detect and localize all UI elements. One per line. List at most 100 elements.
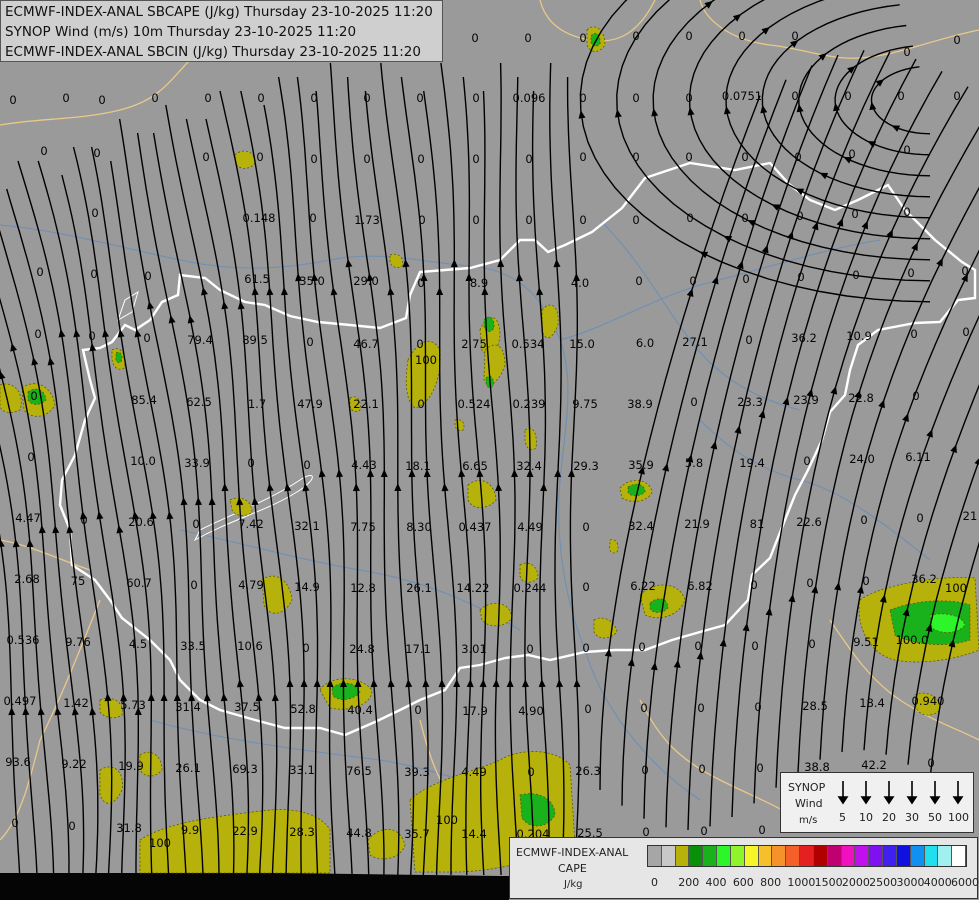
cin-value-label: 0 bbox=[694, 639, 701, 653]
cape-tick-label: 2000 bbox=[841, 876, 870, 889]
cin-value-label: 0 bbox=[758, 823, 765, 837]
cin-value-label: 22.8 bbox=[848, 391, 874, 405]
cin-value-label: 0 bbox=[903, 205, 910, 219]
cape-tick-label: 0 bbox=[651, 876, 658, 889]
cape-swatch bbox=[841, 846, 856, 866]
cin-value-label: 0 bbox=[202, 150, 209, 164]
cin-value-label: 0 bbox=[93, 146, 100, 160]
cin-value-label: 0 bbox=[472, 152, 479, 166]
cin-value-label: 0 bbox=[794, 150, 801, 164]
cin-value-label: 4.49 bbox=[517, 520, 543, 534]
cape-swatch bbox=[827, 846, 842, 866]
cape-swatch bbox=[952, 846, 967, 866]
cin-value-label: 28.5 bbox=[802, 699, 828, 713]
cin-value-label: 4.5 bbox=[129, 637, 147, 651]
cape-tick-label: 3000 bbox=[896, 876, 925, 889]
cin-value-label: 8.30 bbox=[406, 520, 432, 534]
cin-value-label: 0 bbox=[524, 31, 531, 45]
cin-value-label: 0 bbox=[690, 395, 697, 409]
cin-value-label: 32.1 bbox=[294, 519, 320, 533]
cin-value-label: 0 bbox=[309, 211, 316, 225]
weather-map: 0 0 0 0 0 0 0 0 0 0 0 0 0 0 0 0 0 0 0 0.096 0 0 0 0.0751 0 0 0 0 0 0 0… bbox=[0, 0, 979, 900]
cin-value-label: 12.8 bbox=[350, 581, 376, 595]
cin-value-label: 0 bbox=[697, 701, 704, 715]
cape-tick-label: 1500 bbox=[814, 876, 843, 889]
cin-value-label: 6.65 bbox=[462, 459, 488, 473]
cin-value-label: 0 bbox=[27, 450, 34, 464]
cin-value-label: 0 bbox=[151, 91, 158, 105]
cin-value-label: 0 bbox=[916, 511, 923, 525]
cin-value-label: 40.4 bbox=[347, 703, 373, 717]
cape-swatch bbox=[758, 846, 773, 866]
cin-value-label: 0 bbox=[192, 517, 199, 531]
cin-value-label: 0 bbox=[579, 150, 586, 164]
cin-value-label: 26.3 bbox=[575, 764, 601, 778]
cape-swatch bbox=[883, 846, 897, 866]
cape-legend-title: ECMWF-INDEX-ANAL bbox=[516, 846, 629, 859]
cin-value-label: 33.5 bbox=[180, 639, 206, 653]
cin-value-label: 75 bbox=[71, 574, 86, 588]
cin-value-label: 0 bbox=[700, 824, 707, 838]
cape-tick-label: 400 bbox=[705, 876, 727, 889]
cin-value-label: 0 bbox=[962, 325, 969, 339]
cin-value-label: 9.51 bbox=[853, 635, 879, 649]
cin-value-label: 0 bbox=[803, 454, 810, 468]
cin-value-label: 0.0751 bbox=[722, 89, 762, 103]
cin-value-label: 0 bbox=[204, 91, 211, 105]
cin-value-label: 0 bbox=[525, 152, 532, 166]
cape-swatch bbox=[924, 846, 939, 866]
cin-value-label: 0.096 bbox=[513, 91, 546, 105]
cin-value-label: 24.0 bbox=[849, 452, 875, 466]
cin-value-label: 9.9 bbox=[181, 823, 199, 837]
cin-value-label: 0 bbox=[640, 701, 647, 715]
cin-value-label: 0 bbox=[927, 756, 934, 770]
cin-value-label: 27.1 bbox=[682, 335, 708, 349]
cin-value-label: 29.0 bbox=[353, 274, 379, 288]
cin-value-label: 17.1 bbox=[405, 642, 431, 656]
cin-value-label: 35.9 bbox=[628, 458, 654, 472]
cin-value-label: 18.4 bbox=[859, 696, 885, 710]
cin-value-label: 26.1 bbox=[406, 581, 432, 595]
cin-value-label: 0 bbox=[685, 91, 692, 105]
cin-value-label: 100 bbox=[945, 581, 967, 595]
cin-value-label: 0 bbox=[579, 213, 586, 227]
cin-value-label: 0 bbox=[472, 213, 479, 227]
cin-value-label: 2.68 bbox=[14, 572, 40, 586]
cin-value-label: 1.73 bbox=[354, 213, 380, 227]
cin-value-label: 0 bbox=[756, 761, 763, 775]
cin-value-label: 3.01 bbox=[461, 642, 487, 656]
cin-value-label: 0 bbox=[897, 89, 904, 103]
cin-value-label: 0 bbox=[582, 641, 589, 655]
wind-speed-label: 30 bbox=[905, 811, 919, 824]
cin-value-label: 0.534 bbox=[512, 337, 545, 351]
cin-value-label: 14.22 bbox=[457, 581, 490, 595]
cin-value-label: 0 bbox=[526, 642, 533, 656]
cin-value-label: 89.5 bbox=[242, 333, 268, 347]
cin-value-label: 0 bbox=[91, 206, 98, 220]
cin-value-label: 6.0 bbox=[636, 336, 654, 350]
cape-swatch bbox=[869, 846, 884, 866]
cin-value-label: 31.8 bbox=[116, 821, 142, 835]
cin-value-label: 35.7 bbox=[404, 827, 430, 841]
cin-value-label: 21.9 bbox=[684, 517, 710, 531]
cin-value-label: 0 bbox=[582, 580, 589, 594]
cin-value-label: 0 bbox=[9, 93, 16, 107]
cin-value-label: 100 bbox=[436, 813, 458, 827]
cape-tick-label: 800 bbox=[760, 876, 782, 889]
cin-value-label: 47.9 bbox=[297, 397, 323, 411]
cin-value-label: 0 bbox=[34, 327, 41, 341]
cin-value-label: 28.3 bbox=[289, 825, 315, 839]
cin-value-label: 0 bbox=[310, 152, 317, 166]
cin-value-label: 20.6 bbox=[128, 515, 154, 529]
cin-value-label: 0.148 bbox=[243, 211, 276, 225]
cin-value-label: 0 bbox=[418, 213, 425, 227]
cin-value-label: 0 bbox=[471, 31, 478, 45]
cin-value-label: 22.6 bbox=[796, 515, 822, 529]
cin-value-label: 0 bbox=[742, 272, 749, 286]
cin-value-label: 0 bbox=[90, 267, 97, 281]
cin-value-label: 0 bbox=[247, 456, 254, 470]
cin-value-label: 4.43 bbox=[351, 458, 377, 472]
cape-tick-label: 6000 bbox=[951, 876, 979, 889]
cin-value-label: 10.0 bbox=[130, 454, 156, 468]
cin-value-label: 35.0 bbox=[299, 274, 325, 288]
